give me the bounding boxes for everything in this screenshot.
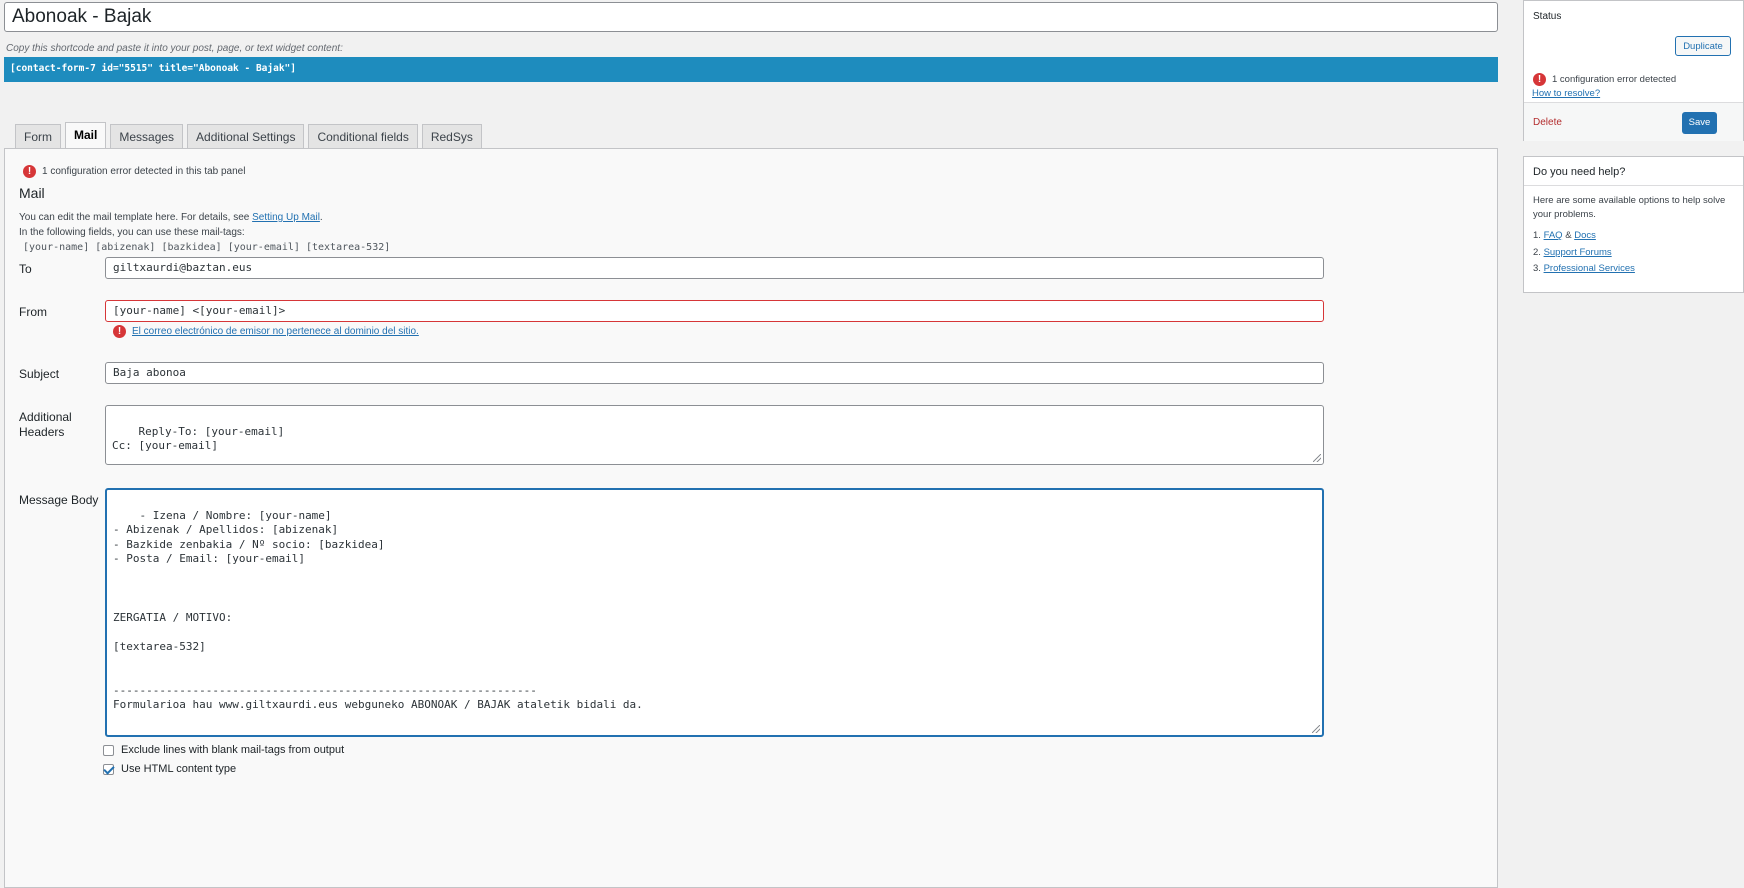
tab-form[interactable]: Form: [15, 124, 61, 148]
error-icon: !: [1533, 73, 1546, 86]
additional-headers-label-line2: Headers: [19, 425, 65, 439]
help-item-faq-docs: 1. FAQ & Docs: [1533, 230, 1596, 241]
tab-conditional-fields[interactable]: Conditional fields: [308, 124, 418, 148]
mail-heading: Mail: [19, 185, 45, 201]
support-forums-link[interactable]: Support Forums: [1544, 247, 1612, 258]
shortcode-hint: Copy this shortcode and paste it into yo…: [6, 43, 343, 54]
exclude-blank-checkbox[interactable]: [103, 744, 114, 756]
use-html-label: Use HTML content type: [121, 763, 237, 775]
tab-messages[interactable]: Messages: [110, 124, 184, 148]
professional-services-link[interactable]: Professional Services: [1544, 263, 1635, 274]
status-title: Status: [1533, 11, 1562, 22]
error-icon: !: [23, 165, 36, 178]
message-body-value: - Izena / Nombre: [your-name] - Abizenak…: [113, 508, 643, 712]
from-error-link[interactable]: El correo electrónico de emisor no perte…: [132, 326, 419, 337]
subject-label: Subject: [19, 367, 60, 381]
tab-bar: Form Mail Messages Additional Settings C…: [15, 122, 482, 148]
docs-link[interactable]: Docs: [1574, 230, 1596, 241]
mail-panel: ! 1 configuration error detected in this …: [4, 148, 1498, 888]
mail-description: You can edit the mail template here. For…: [19, 212, 323, 223]
tab-error-notice: ! 1 configuration error detected in this …: [23, 165, 245, 178]
message-body-label: Message Body: [19, 493, 99, 507]
tab-mail[interactable]: Mail: [65, 122, 107, 148]
mail-description-text: You can edit the mail template here. For…: [19, 212, 253, 223]
tab-additional-settings[interactable]: Additional Settings: [187, 124, 305, 148]
exclude-blank-label: Exclude lines with blank mail-tags from …: [121, 744, 345, 756]
divider: [1524, 185, 1743, 186]
setting-up-mail-link[interactable]: Setting Up Mail: [252, 212, 320, 223]
save-button[interactable]: Save: [1682, 112, 1717, 134]
help-description: Here are some available options to help …: [1533, 195, 1726, 220]
config-error-text: 1 configuration error detected: [1552, 74, 1677, 86]
tab-redsys[interactable]: RedSys: [421, 124, 482, 148]
error-icon: !: [113, 325, 126, 338]
use-html-option[interactable]: Use HTML content type: [103, 763, 236, 775]
additional-headers-label-line1: Additional: [19, 410, 72, 424]
subject-input[interactable]: Baja abonoa: [105, 362, 1324, 384]
help-item-forums: 2. Support Forums: [1533, 246, 1612, 258]
resize-handle-icon[interactable]: [1312, 725, 1320, 733]
additional-headers-value: Reply-To: [your-email] Cc: [your-email]: [112, 424, 285, 453]
help-list: 1. FAQ & Docs 2. Support Forums 3. Profe…: [1533, 230, 1635, 280]
mail-tags-intro: In the following fields, you can use the…: [19, 227, 245, 238]
message-body-textarea[interactable]: - Izena / Nombre: [your-name] - Abizenak…: [105, 488, 1324, 737]
form-title-input[interactable]: [4, 2, 1498, 32]
use-html-checkbox[interactable]: [103, 763, 114, 775]
help-item-services: 3. Professional Services: [1533, 263, 1635, 274]
to-input[interactable]: giltxaurdi@baztan.eus: [105, 257, 1324, 279]
from-error-notice: ! El correo electrónico de emisor no pert…: [113, 325, 419, 338]
from-input[interactable]: [your-name] <[your-email]>: [105, 300, 1324, 322]
faq-link[interactable]: FAQ: [1544, 230, 1563, 241]
to-label: To: [19, 262, 32, 276]
help-title: Do you need help?: [1533, 166, 1626, 178]
status-actions: Delete Save: [1524, 103, 1743, 141]
mail-tags-list: [your-name] [abizenak] [bazkidea] [your-…: [23, 242, 391, 253]
additional-headers-label: Additional Headers: [19, 410, 72, 440]
help-box: Do you need help? Here are some availabl…: [1523, 156, 1744, 293]
mail-description-period: .: [319, 212, 323, 223]
status-box: Status Duplicate ! 1 configuration error …: [1523, 0, 1744, 141]
resize-handle-icon[interactable]: [1313, 454, 1321, 462]
duplicate-button[interactable]: Duplicate: [1675, 36, 1731, 56]
additional-headers-textarea[interactable]: Reply-To: [your-email] Cc: [your-email]: [105, 405, 1324, 465]
shortcode-field[interactable]: [contact-form-7 id="5515" title="Abonoak…: [4, 57, 1498, 82]
help-item-separator: &: [1562, 230, 1575, 241]
config-error-notice: ! 1 configuration error detected: [1533, 73, 1676, 86]
exclude-blank-option[interactable]: Exclude lines with blank mail-tags from …: [103, 744, 344, 756]
tab-error-text: 1 configuration error detected in this t…: [42, 166, 246, 178]
delete-link[interactable]: Delete: [1533, 117, 1562, 128]
from-label: From: [19, 305, 47, 319]
how-to-resolve-link[interactable]: How to resolve?: [1532, 88, 1600, 99]
